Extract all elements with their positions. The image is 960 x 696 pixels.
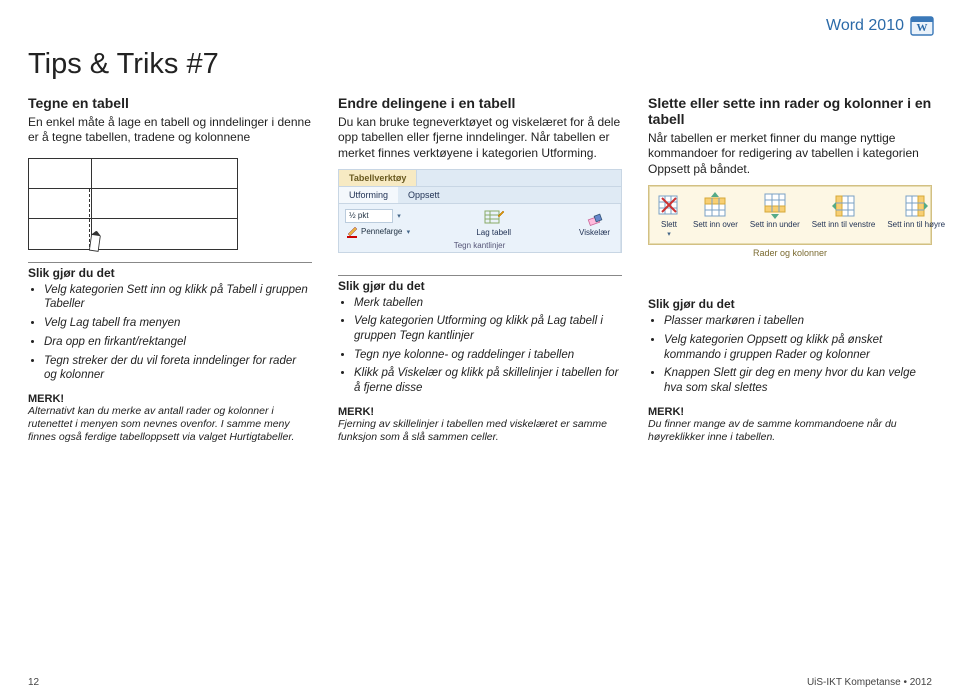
col-2: Endre delingene i en tabell Du kan bruke… <box>338 95 622 443</box>
col2-bullets: Merk tabellen Velg kategorien Utforming … <box>338 296 622 400</box>
col3-note: Du finner mange av de samme kommandoene … <box>648 418 932 444</box>
col3-heading: Slette eller sette inn rader og kolonner… <box>648 95 932 127</box>
page-title: Tips & Triks #7 <box>28 48 932 81</box>
list-item: Velg kategorien Sett inn og klikk på Tab… <box>44 283 312 312</box>
ribbon-group-label: Rader og kolonner <box>648 245 932 258</box>
ribbon-tab-oppsett: Oppsett <box>398 187 450 203</box>
header-bar: Word 2010 W <box>826 14 934 38</box>
ribbon-rows-cols-screenshot: Slett ▾ Sett inn over Sett inn under Set… <box>648 185 932 258</box>
list-item: Velg kategorien Utforming og klikk på La… <box>354 314 622 343</box>
col-1: Tegne en tabell En enkel måte å lage en … <box>28 95 312 443</box>
col1-note: Alternativt kan du merke av antall rader… <box>28 405 312 443</box>
col3-instr-heading: Slik gjør du det <box>648 291 932 311</box>
footer-credit: UiS-IKT Kompetanse • 2012 <box>807 677 932 688</box>
ribbon-tab-utforming: Utforming <box>339 187 398 203</box>
pencil-icon <box>86 230 105 254</box>
draw-table-button: Lag tabell <box>472 208 515 239</box>
list-item: Plasser markøren i tabellen <box>664 314 932 329</box>
line-weight-select: ½ pkt <box>345 209 393 223</box>
pen-color-label: Pennefarge <box>361 227 402 236</box>
page-number: 12 <box>28 677 39 688</box>
chevron-down-icon: ▾ <box>395 212 403 220</box>
list-item: Knappen Slett gir deg en meny hvor du ka… <box>664 366 932 395</box>
col1-heading: Tegne en tabell <box>28 95 312 111</box>
col2-heading: Endre delingene i en tabell <box>338 95 622 111</box>
col3-note-heading: MERK! <box>648 406 932 418</box>
col1-note-heading: MERK! <box>28 393 312 405</box>
insert-below-button: Sett inn under <box>746 190 804 240</box>
col2-instr-heading: Slik gjør du det <box>338 275 622 293</box>
list-item: Merk tabellen <box>354 296 622 311</box>
col-3: Slette eller sette inn rader og kolonner… <box>648 95 932 443</box>
page-footer: 12 UiS-IKT Kompetanse • 2012 <box>28 677 932 688</box>
drawn-table-illustration <box>28 158 238 250</box>
word-logo-icon: W <box>910 14 934 38</box>
eraser-button: Viskelær <box>575 208 614 239</box>
product-name: Word 2010 <box>826 17 904 35</box>
insert-left-button: Sett inn til venstre <box>808 190 880 240</box>
delete-button: Slett ▾ <box>653 190 685 240</box>
insert-above-button: Sett inn over <box>689 190 742 240</box>
chevron-down-icon: ▾ <box>404 228 412 236</box>
ribbon-contextual-tab: Tabellverktøy <box>339 170 417 186</box>
col2-note: Fjerning av skillelinjer i tabellen med … <box>338 418 622 444</box>
col2-intro: Du kan bruke tegneverktøyet og viskelære… <box>338 115 622 161</box>
ribbon-utforming-screenshot: Tabellverktøy Utforming Oppsett ½ pkt ▾ <box>338 169 622 253</box>
list-item: Velg kategorien Oppsett og klikk på ønsk… <box>664 333 932 362</box>
insert-right-button: Sett inn til høyre <box>883 190 949 240</box>
list-item: Velg Lag tabell fra menyen <box>44 316 312 331</box>
col1-instr-heading: Slik gjør du det <box>28 262 312 280</box>
list-item: Klikk på Viskelær og klikk på skillelinj… <box>354 366 622 395</box>
list-item: Tegn nye kolonne- og raddelinger i tabel… <box>354 348 622 363</box>
col3-bullets: Plasser markøren i tabellen Velg kategor… <box>648 314 932 400</box>
ribbon-group-label: Tegn kantlinjer <box>454 241 506 250</box>
col1-intro: En enkel måte å lage en tabell og inndel… <box>28 115 312 146</box>
list-item: Tegn streker der du vil foreta inndeling… <box>44 354 312 383</box>
col2-note-heading: MERK! <box>338 406 622 418</box>
col3-intro: Når tabellen er merket finner du mange n… <box>648 131 932 177</box>
list-item: Dra opp en firkant/rektangel <box>44 335 312 350</box>
pen-color-icon <box>345 225 359 239</box>
chevron-down-icon: ▾ <box>665 230 673 238</box>
col1-bullets: Velg kategorien Sett inn og klikk på Tab… <box>28 283 312 387</box>
svg-text:W: W <box>917 22 928 34</box>
columns: Tegne en tabell En enkel måte å lage en … <box>28 95 932 443</box>
